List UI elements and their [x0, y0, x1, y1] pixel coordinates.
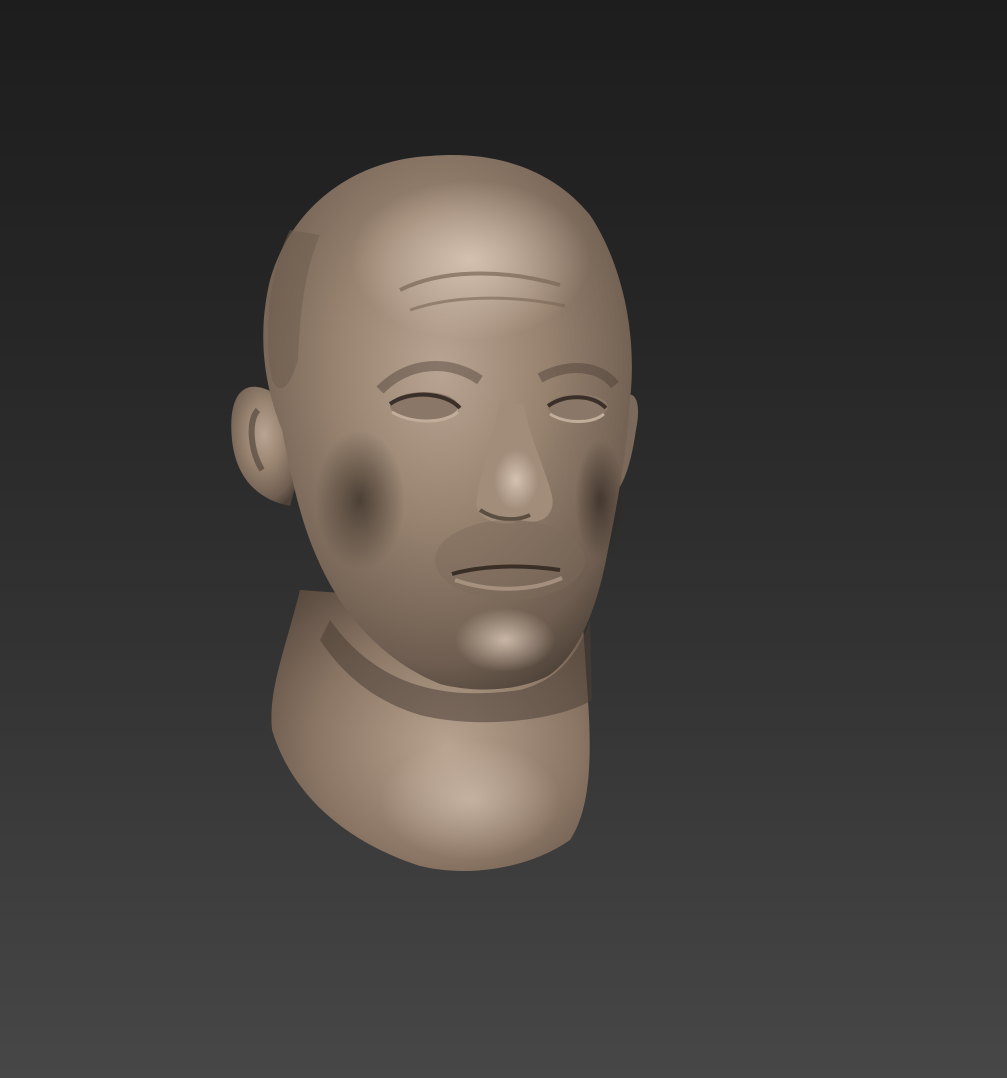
3d-viewport-canvas[interactable] [0, 0, 1007, 1078]
sculpted-head-model[interactable] [0, 0, 1007, 1078]
